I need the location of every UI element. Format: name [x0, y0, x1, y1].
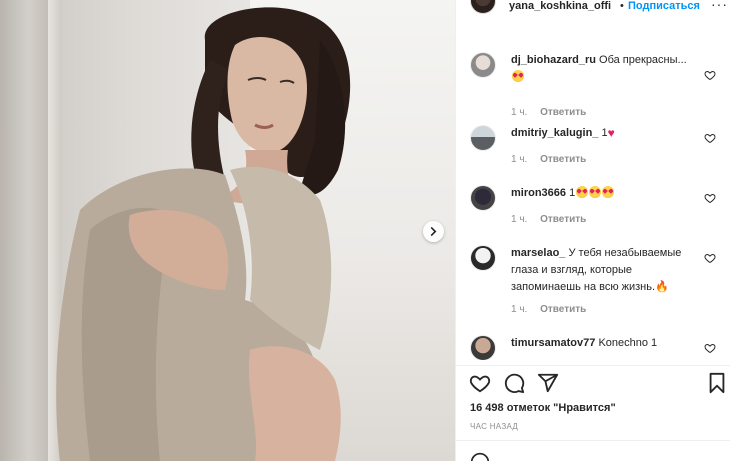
comment-icon[interactable] [503, 372, 525, 394]
comment-like-icon[interactable] [704, 342, 716, 354]
reply-button[interactable]: Ответить [540, 304, 586, 315]
author-avatar[interactable] [470, 0, 496, 14]
comment-body: 1 [569, 187, 576, 199]
commenter-avatar[interactable] [470, 335, 496, 360]
comment-text: marselao_ У тебя незабываемые глаза и вз… [511, 245, 701, 296]
comment-text: timursamatov77 Konechno 1 [511, 335, 701, 352]
paper-plane-icon[interactable] [537, 372, 559, 394]
instagram-post: yana_koshkina_offi • Подписаться ··· dj_… [0, 0, 730, 461]
comment-body: Оба прекрасны... [599, 54, 687, 66]
heart-outline-icon[interactable] [469, 372, 491, 394]
post-actions [456, 372, 730, 396]
commenter-username[interactable]: miron3666 [511, 187, 566, 199]
chevron-right-icon [430, 227, 437, 236]
comment-time: 1 ч. [511, 107, 528, 118]
commenter-avatar[interactable] [470, 125, 496, 151]
photo-figure [56, 7, 351, 461]
heart-eyes-icon [602, 186, 615, 198]
comment-body: Konechno 1 [598, 337, 658, 349]
post-header: yana_koshkina_offi • Подписаться ··· [456, 0, 730, 18]
header-separator: • [620, 0, 624, 12]
comment-meta: 1 ч. Ответить [511, 107, 586, 118]
likes-count[interactable]: 16 498 отметок "Нравится" [470, 402, 616, 414]
comment-text: dmitriy_kalugin_ 1♥ [511, 125, 701, 142]
reply-button[interactable]: Ответить [540, 154, 586, 165]
post-side-panel: yana_koshkina_offi • Подписаться ··· dj_… [455, 0, 730, 461]
commenter-username[interactable]: marselao_ [511, 247, 565, 259]
comment-like-icon[interactable] [704, 69, 716, 81]
author-username[interactable]: yana_koshkina_offi [509, 0, 611, 12]
emoji-picker-icon[interactable] [470, 452, 490, 461]
comment-meta: 1 ч. Ответить [511, 154, 586, 165]
commenter-username[interactable]: dj_biohazard_ru [511, 54, 596, 66]
post-time: час назад [470, 422, 519, 431]
follow-button[interactable]: Подписаться [628, 0, 700, 12]
comment-time: 1 ч. [511, 154, 528, 165]
heart-eyes-icon [512, 70, 524, 82]
fire-icon: 🔥 [655, 281, 669, 293]
commenter-username[interactable]: dmitriy_kalugin_ [511, 127, 598, 139]
comment-meta: 1 ч. Ответить [511, 214, 586, 225]
post-photo[interactable] [0, 0, 455, 461]
comment-time: 1 ч. [511, 214, 528, 225]
comment-text: dj_biohazard_ru Оба прекрасны... [511, 52, 701, 86]
comments-list[interactable]: dj_biohazard_ru Оба прекрасны... 1 ч. От… [456, 40, 730, 360]
comment-like-icon[interactable] [704, 132, 716, 144]
reply-button[interactable]: Ответить [540, 107, 586, 118]
next-photo-button[interactable] [423, 221, 444, 242]
commenter-avatar[interactable] [470, 185, 496, 211]
comment-box-divider [456, 440, 730, 441]
comment-like-icon[interactable] [704, 192, 716, 204]
commenter-avatar[interactable] [470, 245, 496, 271]
bookmark-icon[interactable] [706, 372, 728, 394]
more-options-button[interactable]: ··· [711, 0, 728, 12]
actions-divider [456, 365, 730, 366]
heart-eyes-icon [589, 186, 602, 198]
comment-time: 1 ч. [511, 304, 528, 315]
commenter-username[interactable]: timursamatov77 [511, 337, 595, 349]
commenter-avatar[interactable] [470, 52, 496, 78]
comment-meta: 1 ч. Ответить [511, 304, 586, 315]
reply-button[interactable]: Ответить [540, 214, 586, 225]
comment-like-icon[interactable] [704, 252, 716, 264]
red-heart-icon: ♥ [607, 126, 615, 140]
heart-eyes-icon [576, 186, 589, 198]
comment-text: miron3666 1 [511, 185, 701, 202]
